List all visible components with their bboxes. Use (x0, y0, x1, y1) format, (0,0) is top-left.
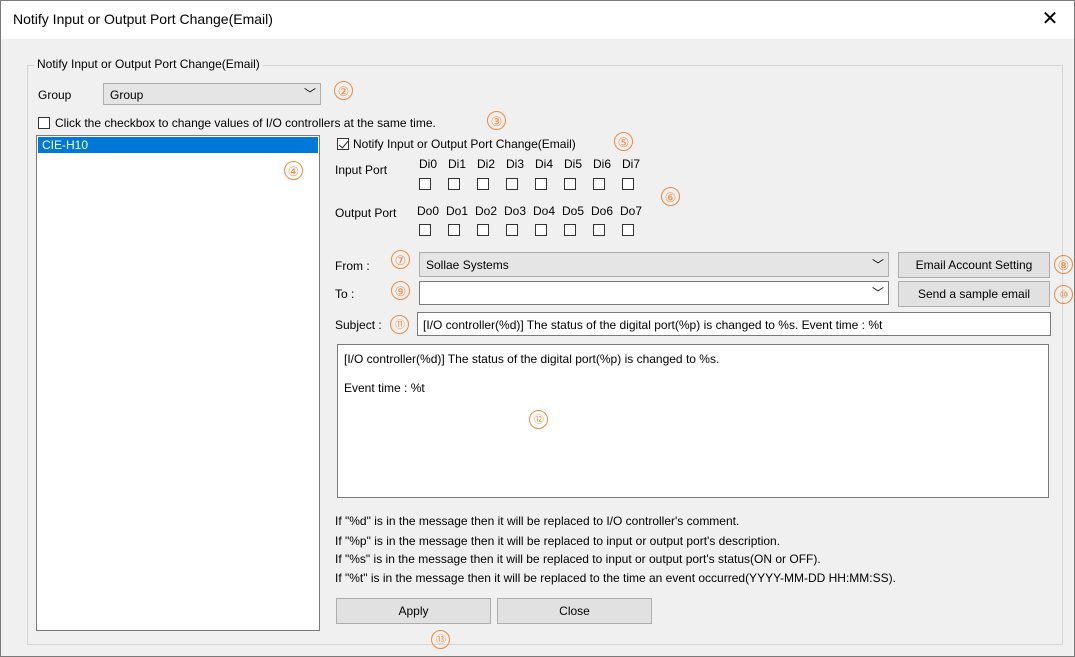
help-text-s: If "%s" is in the message then it will b… (335, 552, 821, 566)
annotation-10: ⑩ (1054, 285, 1073, 304)
output-port-checkbox[interactable] (564, 224, 576, 236)
input-port-di6: Di6 (593, 157, 612, 171)
notify-checkbox[interactable] (337, 138, 349, 150)
subject-input[interactable]: [I/O controller(%d)] The status of the d… (417, 312, 1051, 336)
notify-label: Notify Input or Output Port Change(Email… (353, 137, 576, 151)
input-port-di1: Di1 (448, 157, 467, 171)
same-time-checkbox[interactable] (38, 117, 50, 129)
input-port-di5: Di5 (564, 157, 583, 171)
annotation-3: ③ (487, 111, 506, 130)
from-select-value: Sollae Systems (426, 258, 509, 272)
annotation-5: ⑤ (614, 132, 633, 151)
annotation-7: ⑦ (391, 250, 410, 269)
message-line-1: [I/O controller(%d)] The status of the d… (344, 352, 720, 366)
controller-list[interactable]: CIE-H10 (36, 135, 320, 631)
output-port-do3: Do3 (504, 204, 527, 218)
to-combobox[interactable]: ﹀ (419, 281, 889, 305)
output-port-do5: Do5 (562, 204, 585, 218)
message-textarea[interactable]: [I/O controller(%d)] The status of the d… (337, 344, 1049, 498)
input-port-checkbox[interactable] (419, 178, 431, 190)
input-port-checkbox[interactable] (448, 178, 460, 190)
title-bar: Notify Input or Output Port Change(Email… (1, 1, 1074, 39)
input-port-checkbox[interactable] (506, 178, 518, 190)
annotation-9: ⑨ (391, 281, 410, 300)
chevron-down-icon: ﹀ (303, 87, 316, 101)
input-port-di4: Di4 (535, 157, 554, 171)
input-port-di7: Di7 (622, 157, 641, 171)
output-port-checkbox[interactable] (622, 224, 634, 236)
close-icon[interactable]: ✕ (1038, 7, 1062, 31)
output-port-checkbox[interactable] (477, 224, 489, 236)
chevron-down-icon: ﹀ (871, 258, 884, 272)
output-port-label: Output Port (335, 206, 397, 220)
help-text-d: If "%d" is in the message then it will b… (335, 514, 740, 528)
output-port-do0: Do0 (417, 204, 440, 218)
input-port-checkbox[interactable] (477, 178, 489, 190)
annotation-8: ⑧ (1054, 255, 1073, 274)
annotation-4: ④ (284, 161, 303, 180)
group-label: Group (38, 88, 72, 102)
from-select[interactable]: Sollae Systems ﹀ (419, 252, 889, 277)
help-text-p: If "%p" is in the message then it will b… (335, 534, 781, 548)
input-port-checkbox[interactable] (593, 178, 605, 190)
to-label: To : (335, 287, 355, 301)
output-port-checkbox[interactable] (448, 224, 460, 236)
same-time-label: Click the checkbox to change values of I… (55, 116, 436, 130)
input-port-checkbox[interactable] (622, 178, 634, 190)
input-port-di0: Di0 (419, 157, 438, 171)
subject-value: [I/O controller(%d)] The status of the d… (423, 318, 883, 332)
chevron-down-icon: ﹀ (871, 286, 884, 300)
output-port-do1: Do1 (446, 204, 469, 218)
annotation-11: ⑪ (390, 315, 409, 334)
input-port-di3: Di3 (506, 157, 525, 171)
send-sample-email-button[interactable]: Send a sample email (898, 281, 1050, 307)
annotation-2: ② (334, 81, 353, 100)
dialog-window: Notify Input or Output Port Change(Email… (0, 0, 1075, 657)
apply-button[interactable]: Apply (336, 598, 491, 624)
group-select-value: Group (110, 88, 144, 102)
subject-label: Subject : (335, 318, 382, 332)
group-box-legend: Notify Input or Output Port Change(Email… (34, 57, 263, 71)
output-port-checkbox[interactable] (419, 224, 431, 236)
output-port-do7: Do7 (620, 204, 643, 218)
from-label: From : (335, 259, 370, 273)
annotation-13: ⑬ (431, 630, 450, 649)
input-port-di2: Di2 (477, 157, 496, 171)
window-title: Notify Input or Output Port Change(Email… (13, 11, 273, 27)
list-item[interactable]: CIE-H10 (38, 137, 318, 153)
close-button[interactable]: Close (497, 598, 652, 624)
email-account-setting-button[interactable]: Email Account Setting (898, 252, 1050, 278)
input-port-label: Input Port (335, 163, 388, 177)
output-port-checkbox[interactable] (593, 224, 605, 236)
list-item-label: CIE-H10 (42, 138, 89, 152)
output-port-checkbox[interactable] (506, 224, 518, 236)
annotation-6: ⑥ (661, 187, 680, 206)
output-port-do4: Do4 (533, 204, 556, 218)
output-port-do2: Do2 (475, 204, 498, 218)
help-text-t: If "%t" is in the message then it will b… (335, 571, 896, 585)
input-port-checkbox[interactable] (564, 178, 576, 190)
output-port-do6: Do6 (591, 204, 614, 218)
annotation-12: ⑫ (529, 410, 548, 429)
message-line-2: Event time : %t (344, 381, 425, 395)
input-port-checkbox[interactable] (535, 178, 547, 190)
output-port-checkbox[interactable] (535, 224, 547, 236)
group-select[interactable]: Group ﹀ (103, 83, 321, 105)
